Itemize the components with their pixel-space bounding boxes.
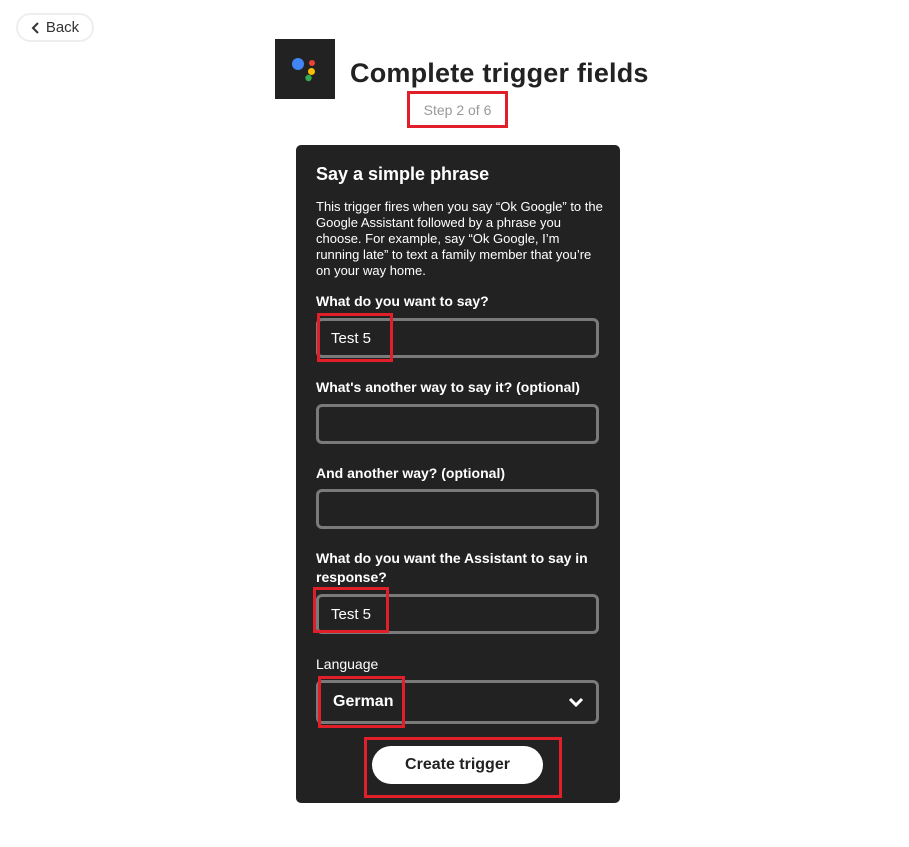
- response-input[interactable]: [316, 594, 599, 634]
- trigger-fields-card: Say a simple phrase This trigger fires w…: [296, 145, 620, 803]
- back-button[interactable]: Back: [16, 13, 94, 42]
- chevron-left-icon: [31, 21, 40, 34]
- create-trigger-button[interactable]: Create trigger: [372, 746, 543, 784]
- back-label: Back: [45, 19, 80, 36]
- trigger-title: Say a simple phrase: [316, 164, 490, 184]
- page-title: Complete trigger fields: [350, 58, 649, 88]
- alt-phrase-label: What's another way to say it? (optional): [316, 379, 580, 395]
- alt-phrase-2-input[interactable]: [316, 489, 599, 529]
- trigger-description: This trigger fires when you say “Ok Goog…: [316, 199, 603, 278]
- phrase-input[interactable]: [316, 318, 599, 358]
- language-selected-value: German: [333, 693, 394, 710]
- phrase-label: What do you want to say?: [316, 293, 489, 309]
- alt-phrase-2-label: And another way? (optional): [316, 465, 505, 481]
- alt-phrase-input[interactable]: [316, 404, 599, 444]
- google-assistant-icon: [292, 58, 315, 82]
- step-indicator: Step 2 of 6: [407, 91, 508, 128]
- response-label: What do you want the Assistant to say in…: [316, 550, 588, 585]
- language-select[interactable]: German: [316, 680, 599, 724]
- language-label: Language: [316, 656, 379, 672]
- chevron-down-icon: [568, 695, 584, 709]
- google-assistant-logo: [275, 39, 335, 99]
